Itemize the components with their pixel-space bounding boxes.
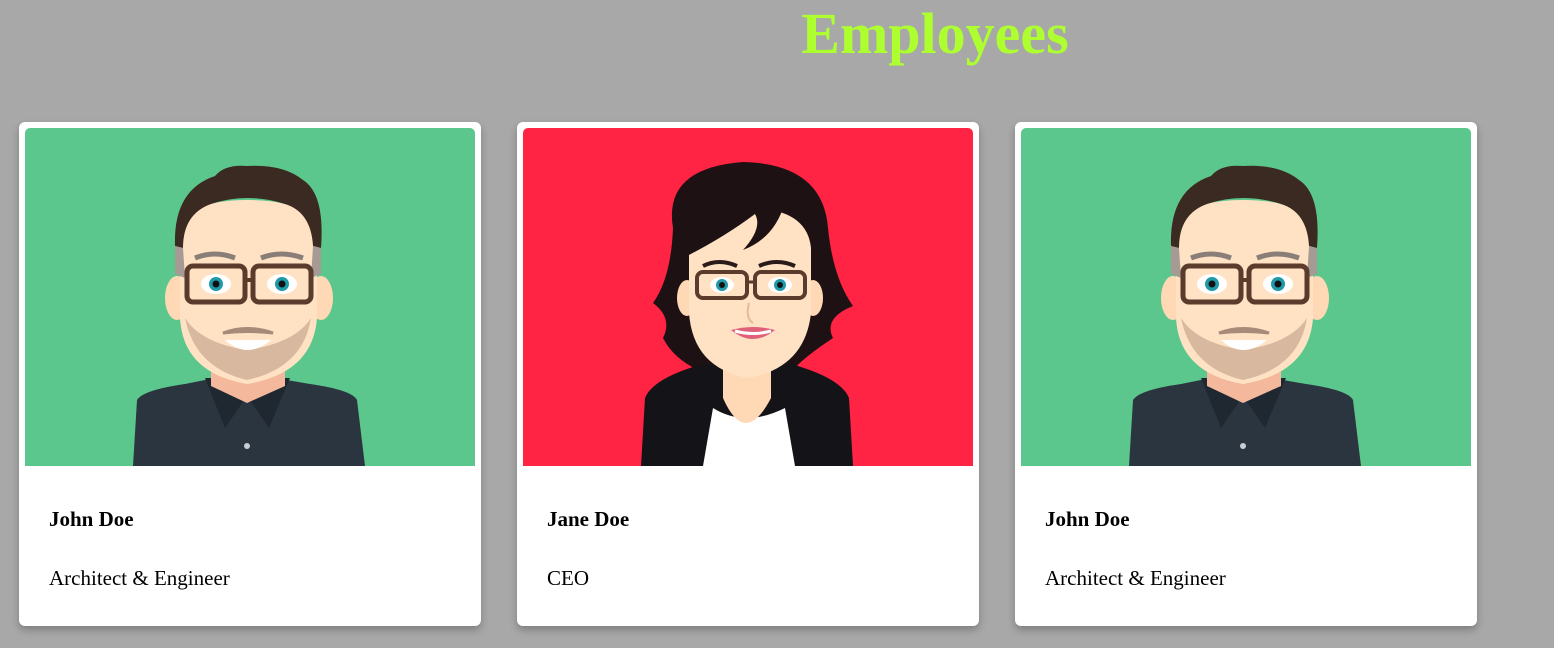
employee-avatar — [1021, 128, 1471, 466]
employee-role: Architect & Engineer — [1045, 566, 1226, 590]
employee-avatar — [523, 128, 973, 466]
employee-card: John Doe Architect & Engineer — [1015, 122, 1477, 626]
employee-card: Jane Doe CEO — [517, 122, 979, 626]
employee-name: John Doe — [49, 507, 134, 531]
employee-card-list: John Doe Architect & Engineer Jane Doe C… — [19, 122, 1477, 626]
employee-name: John Doe — [1045, 507, 1130, 531]
male-avatar-icon — [1021, 128, 1471, 466]
employee-avatar — [25, 128, 475, 466]
employee-role: Architect & Engineer — [49, 566, 230, 590]
employee-card: John Doe Architect & Engineer — [19, 122, 481, 626]
female-avatar-icon — [523, 128, 973, 466]
male-avatar-icon — [25, 128, 475, 466]
page-title: Employees — [801, 1, 1069, 66]
employee-role: CEO — [547, 566, 589, 590]
employee-name: Jane Doe — [547, 507, 630, 531]
